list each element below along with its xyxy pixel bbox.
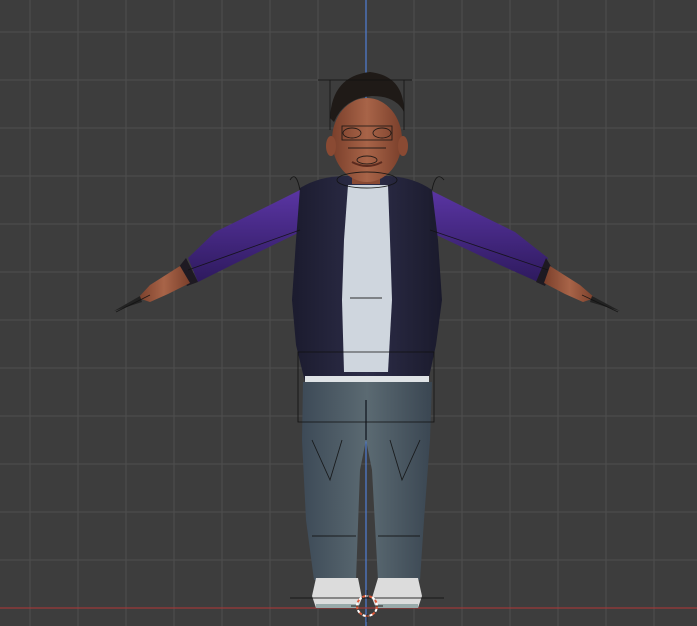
head[interactable]: [326, 72, 408, 182]
character-model[interactable]: [114, 72, 620, 608]
right-arm[interactable]: [430, 190, 620, 311]
left-arm[interactable]: [114, 190, 300, 311]
3d-viewport[interactable]: [0, 0, 697, 626]
viewport-canvas[interactable]: [0, 0, 697, 626]
shirt: [342, 185, 392, 372]
jeans[interactable]: [302, 382, 432, 580]
